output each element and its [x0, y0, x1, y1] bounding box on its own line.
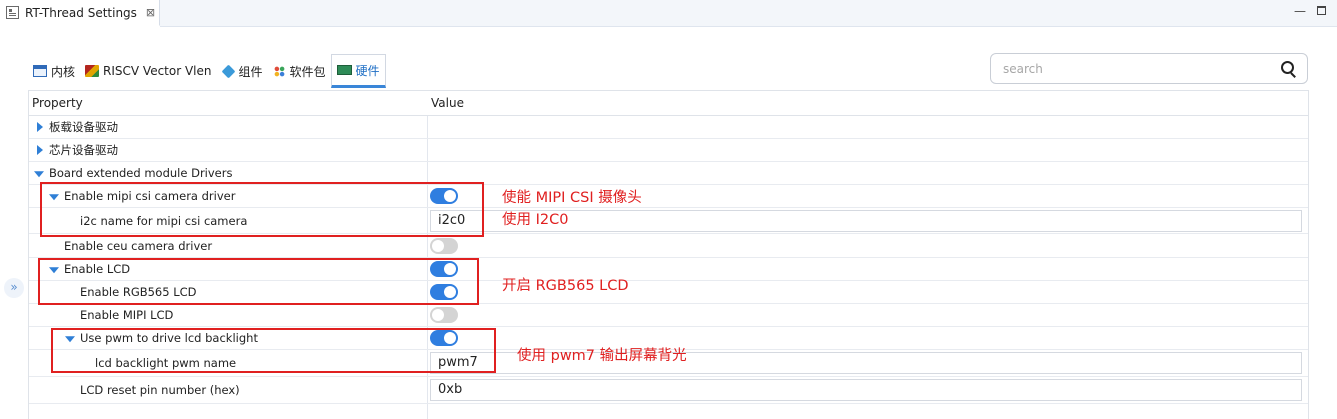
minimize-button[interactable]: — — [1293, 4, 1307, 18]
collapse-arrow-icon[interactable] — [34, 171, 44, 178]
row-label: Board extended module Drivers — [49, 166, 233, 180]
annotation-lcd: 开启 RGB565 LCD — [502, 278, 629, 294]
toggle-switch[interactable] — [430, 237, 458, 254]
row-label: 板载设备驱动 — [49, 120, 118, 134]
tab-label: 组件 — [238, 64, 263, 79]
package-icon — [272, 64, 286, 78]
value-text-field[interactable]: 0xb — [430, 379, 1302, 401]
row-label: Enable MIPI LCD — [80, 308, 174, 322]
maximize-icon — [1316, 6, 1326, 15]
table-row[interactable]: LCD reset pin number (hex) 0xb — [29, 377, 1308, 404]
close-icon[interactable]: ⊠ — [146, 6, 155, 19]
annotation-box-camera — [40, 182, 484, 237]
row-label: 芯片设备驱动 — [49, 143, 118, 157]
settings-file-icon — [6, 6, 19, 19]
annotation-pwm: 使用 pwm7 输出屏幕背光 — [517, 348, 687, 364]
tab-hardware[interactable]: 硬件 — [330, 54, 386, 88]
table-row[interactable]: Enable MIPI LCD — [29, 304, 1308, 327]
tab-riscv-vector-vlen[interactable]: RISCV Vector Vlen — [80, 54, 216, 88]
annotation-camera-enable: 使能 MIPI CSI 摄像头 — [502, 190, 642, 206]
tab-kernel[interactable]: 内核 — [28, 54, 80, 88]
row-label: Enable ceu camera driver — [64, 238, 213, 253]
tab-label: 硬件 — [355, 63, 380, 78]
tab-packages[interactable]: 软件包 — [268, 54, 331, 88]
riscv-icon — [85, 65, 100, 77]
maximize-button[interactable] — [1314, 4, 1328, 18]
row-label: LCD reset pin number (hex) — [80, 383, 240, 397]
search-input[interactable] — [1001, 54, 1277, 83]
tab-label: 软件包 — [289, 64, 326, 79]
editor-title-strip — [160, 0, 1337, 27]
table-row[interactable]: 芯片设备驱动 — [29, 139, 1308, 162]
kernel-icon — [33, 65, 47, 77]
editor-tab-title: RT-Thread Settings — [25, 5, 137, 20]
expand-arrow-icon[interactable] — [37, 145, 43, 155]
expand-panel-handle[interactable]: » — [4, 278, 24, 298]
tab-label: RISCV Vector Vlen — [103, 64, 212, 78]
annotation-box-lcd — [38, 258, 479, 305]
tab-label: 内核 — [51, 64, 76, 79]
table-header: Property Value — [29, 91, 1308, 116]
editor-tab[interactable]: RT-Thread Settings ⊠ — [0, 0, 160, 26]
toggle-switch[interactable] — [430, 307, 458, 323]
component-icon — [221, 64, 235, 78]
column-header-value[interactable]: Value — [431, 96, 464, 110]
tab-components[interactable]: 组件 — [217, 54, 268, 88]
expand-arrow-icon[interactable] — [37, 122, 43, 132]
settings-tabs: 内核 RISCV Vector Vlen 组件 软件包 硬件 — [28, 54, 386, 88]
hardware-icon — [336, 65, 352, 75]
search-icon[interactable] — [1277, 58, 1299, 80]
table-row[interactable]: 板载设备驱动 — [29, 116, 1308, 139]
annotation-camera-i2c: 使用 I2C0 — [502, 212, 569, 228]
annotation-box-pwm — [51, 328, 496, 373]
column-header-property[interactable]: Property — [32, 96, 83, 110]
search-box — [990, 53, 1308, 84]
table-row[interactable]: Enable ceu camera driver — [29, 234, 1308, 258]
